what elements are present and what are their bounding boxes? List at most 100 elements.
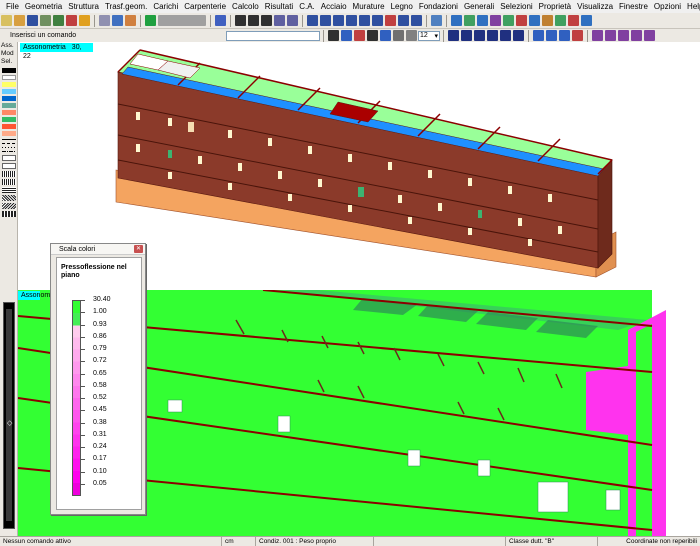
menu-carichi[interactable]: Carichi (150, 0, 181, 13)
result-3-icon[interactable] (618, 30, 629, 41)
palette-label-ass[interactable]: Ass. (0, 42, 17, 50)
result-5-icon[interactable] (644, 30, 655, 41)
distribute-icon[interactable] (513, 30, 524, 41)
spring-icon[interactable] (372, 15, 383, 26)
menu-file[interactable]: File (3, 0, 22, 13)
color-scale-window[interactable]: Scala colori ✕ Pressoflessione nel piano… (50, 243, 146, 515)
color-swatch[interactable] (2, 82, 16, 87)
redo-icon[interactable] (125, 15, 136, 26)
print-preview-icon[interactable] (40, 15, 51, 26)
moment-icon[interactable] (559, 30, 570, 41)
show-icon[interactable] (529, 15, 540, 26)
align-bottom-icon[interactable] (500, 30, 511, 41)
select-all-icon[interactable] (464, 15, 475, 26)
menu-risultati[interactable]: Risultati (262, 0, 296, 13)
result-4-icon[interactable] (631, 30, 642, 41)
palette-scrollbar[interactable]: ◇ (3, 302, 15, 529)
open-folder-icon[interactable] (14, 15, 25, 26)
line-style-solid[interactable] (2, 139, 16, 140)
result-2-icon[interactable] (605, 30, 616, 41)
slab-icon[interactable] (411, 15, 422, 26)
menu-calcolo[interactable]: Calcolo (229, 0, 262, 13)
dot-icon[interactable] (572, 30, 583, 41)
color-scale-titlebar[interactable]: Scala colori ✕ (51, 244, 145, 255)
menu-proprieta[interactable]: Proprietà (536, 0, 574, 13)
line-style-dashdot[interactable] (2, 151, 16, 152)
rotate-icon[interactable] (274, 15, 285, 26)
pattern-1-icon[interactable] (2, 171, 16, 177)
arrow-down-icon[interactable] (354, 30, 365, 41)
menu-trasf-geom[interactable]: Trasf.geom. (102, 0, 150, 13)
undo-icon[interactable] (99, 15, 110, 26)
menu-carpenterie[interactable]: Carpenterie (181, 0, 229, 13)
view-toggle-group-icon[interactable] (158, 15, 206, 26)
settings-icon[interactable] (79, 15, 90, 26)
render-solid-icon[interactable] (367, 30, 378, 41)
zoom-icon[interactable] (406, 30, 417, 41)
axis-z-icon[interactable] (261, 15, 272, 26)
load-icon[interactable] (533, 30, 544, 41)
view-3d-icon[interactable] (145, 15, 156, 26)
menu-struttura[interactable]: Struttura (65, 0, 102, 13)
pattern-3-icon[interactable] (2, 187, 16, 193)
menu-ca[interactable]: C.A. (296, 0, 318, 13)
color-swatch[interactable] (2, 68, 16, 73)
grid-tool-icon[interactable] (2, 163, 16, 169)
axis-x-icon[interactable] (235, 15, 246, 26)
camera-icon[interactable] (581, 15, 592, 26)
filter-icon[interactable] (477, 15, 488, 26)
menu-geometria[interactable]: Geometria (22, 0, 65, 13)
walk-icon[interactable] (555, 15, 566, 26)
select-icon[interactable] (451, 15, 462, 26)
palette-label-mod[interactable]: Mod (0, 50, 17, 58)
draw-line-icon[interactable] (215, 15, 226, 26)
color-swatch[interactable] (2, 89, 16, 94)
hatch-icon[interactable] (393, 30, 404, 41)
menu-legno[interactable]: Legno (388, 0, 416, 13)
column-icon[interactable] (320, 15, 331, 26)
node-icon[interactable] (333, 15, 344, 26)
render-icon[interactable] (542, 15, 553, 26)
color-swatch[interactable] (2, 96, 16, 101)
delete-icon[interactable] (385, 15, 396, 26)
axis-y-icon[interactable] (248, 15, 259, 26)
color-swatch[interactable] (2, 75, 16, 80)
align-top-icon[interactable] (487, 30, 498, 41)
section-icon[interactable] (431, 15, 442, 26)
menu-murature[interactable]: Murature (350, 0, 388, 13)
color-swatch[interactable] (2, 110, 16, 115)
wireframe-icon[interactable] (380, 30, 391, 41)
hinge-icon[interactable] (359, 15, 370, 26)
color-swatch[interactable] (2, 117, 16, 122)
mirror-icon[interactable] (287, 15, 298, 26)
new-file-icon[interactable] (1, 15, 12, 26)
pattern-2-icon[interactable] (2, 179, 16, 185)
pattern-6-icon[interactable] (2, 211, 16, 217)
color-swatch[interactable] (2, 131, 16, 136)
menu-selezioni[interactable]: Selezioni (497, 0, 535, 13)
report-icon[interactable] (66, 15, 77, 26)
hand-pan-icon[interactable] (112, 15, 123, 26)
scroll-thumb[interactable] (6, 309, 12, 521)
align-center-icon[interactable] (461, 30, 472, 41)
menu-fondazioni[interactable]: Fondazioni (416, 0, 461, 13)
shell-icon[interactable] (398, 15, 409, 26)
force-icon[interactable] (546, 30, 557, 41)
line-style-dashed[interactable] (2, 143, 16, 144)
result-1-icon[interactable] (592, 30, 603, 41)
support-icon[interactable] (346, 15, 357, 26)
hide-icon[interactable] (516, 15, 527, 26)
pipette-icon[interactable] (341, 30, 352, 41)
save-icon[interactable] (27, 15, 38, 26)
menu-opzioni[interactable]: Opzioni (651, 0, 684, 13)
beam-icon[interactable] (307, 15, 318, 26)
group-icon[interactable] (490, 15, 501, 26)
align-right-icon[interactable] (474, 30, 485, 41)
color-swatch[interactable] (2, 124, 16, 129)
palette-label-sel[interactable]: Sel. (0, 58, 17, 66)
menu-visualizza[interactable]: Visualizza (574, 0, 616, 13)
color-swatch[interactable] (2, 103, 16, 108)
pattern-5-icon[interactable] (2, 203, 16, 209)
command-input[interactable] (226, 30, 320, 41)
pattern-4-icon[interactable] (2, 195, 16, 201)
